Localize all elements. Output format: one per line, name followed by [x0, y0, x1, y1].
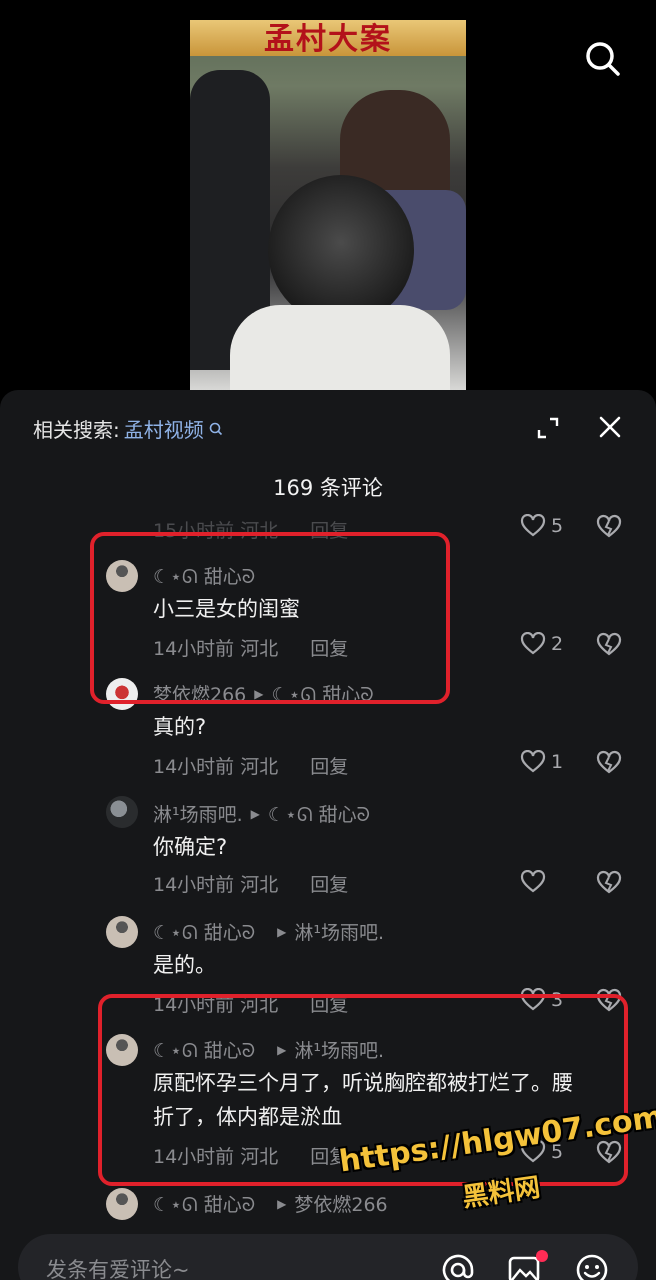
- author-name: ☾⋆ᘏ 甜心ᘐ: [153, 1194, 256, 1216]
- broken-heart-icon[interactable]: [596, 1140, 622, 1166]
- heart-icon: [520, 514, 546, 537]
- heart-icon: [520, 750, 546, 773]
- reply-button[interactable]: 回复: [310, 520, 348, 542]
- reply-arrow-icon: ▶: [250, 806, 260, 821]
- notification-dot: [536, 1250, 548, 1262]
- video-figure: [230, 305, 450, 390]
- comment-time: 15小时前 河北: [153, 520, 279, 542]
- related-search[interactable]: 相关搜索: 孟村视频: [33, 414, 224, 443]
- avatar[interactable]: [106, 1188, 138, 1220]
- broken-heart-icon[interactable]: [596, 632, 622, 658]
- close-icon[interactable]: [597, 414, 623, 440]
- like-count: 5: [551, 515, 564, 537]
- avatar[interactable]: [106, 796, 138, 828]
- reply-target: 梦依燃266: [294, 1194, 388, 1216]
- video-frame[interactable]: 孟村大案: [190, 20, 466, 390]
- mention-icon[interactable]: [440, 1252, 476, 1280]
- reply-button[interactable]: 回复: [310, 638, 348, 660]
- comment-time: 14小时前 河北: [153, 874, 279, 896]
- reply-arrow-icon: ▶: [254, 686, 264, 701]
- comment-meta: 14小时前 河北 回复: [153, 634, 348, 661]
- avatar[interactable]: [106, 1034, 138, 1066]
- related-keyword[interactable]: 孟村视频: [124, 414, 204, 443]
- comment-input[interactable]: 发条有爱评论~: [18, 1234, 638, 1280]
- search-icon[interactable]: [582, 38, 622, 78]
- comment-text: 小三是女的闺蜜: [153, 597, 300, 621]
- like-button[interactable]: 2: [520, 632, 563, 656]
- heart-icon: [520, 632, 546, 655]
- author-name: ☾⋆ᘏ 甜心ᘐ: [153, 922, 256, 944]
- reply-arrow-icon: ▶: [277, 1196, 287, 1211]
- broken-heart-icon[interactable]: [596, 750, 622, 776]
- author-name: 淋¹场雨吧.: [153, 804, 243, 826]
- reply-arrow-icon: ▶: [277, 1042, 287, 1057]
- reply-button[interactable]: 回复: [310, 874, 348, 896]
- comment-meta: 14小时前 河北 回复: [153, 1142, 348, 1169]
- like-count: 1: [551, 751, 564, 773]
- comment-text: 你确定?: [153, 835, 228, 859]
- reply-target: 淋¹场雨吧.: [294, 922, 385, 944]
- reply-button[interactable]: 回复: [310, 756, 348, 778]
- comment-time: 14小时前 河北: [153, 756, 279, 778]
- reply-arrow-icon: ▶: [277, 924, 287, 939]
- author-name: 梦依燃266: [153, 684, 247, 706]
- comment-author[interactable]: 梦依燃266 ▶ ☾⋆ᘏ 甜心ᘐ: [153, 680, 374, 707]
- heart-icon: [520, 988, 546, 1011]
- broken-heart-icon[interactable]: [596, 514, 622, 540]
- like-button[interactable]: 5: [520, 514, 563, 538]
- heart-icon: [520, 870, 546, 893]
- comment-count: 169 条评论: [273, 476, 383, 500]
- reply-target: ☾⋆ᘏ 甜心ᘐ: [271, 684, 374, 706]
- avatar[interactable]: [106, 560, 138, 592]
- like-count: 2: [551, 633, 564, 655]
- author-name: ☾⋆ᘏ 甜心ᘐ: [153, 1040, 256, 1062]
- comment-meta: 14小时前 河北 回复: [153, 990, 348, 1017]
- broken-heart-icon[interactable]: [596, 870, 622, 896]
- expand-icon[interactable]: [536, 416, 560, 440]
- comment-meta: 14小时前 河北 回复: [153, 752, 348, 779]
- comment-author[interactable]: ☾⋆ᘏ 甜心ᘐ ▶ 淋¹场雨吧.: [153, 1036, 384, 1063]
- video-area: 孟村大案: [0, 0, 656, 390]
- comment-text: 真的?: [153, 715, 207, 739]
- comment-input-bar: 发条有爱评论~: [0, 1220, 656, 1280]
- like-count: 3: [551, 989, 564, 1011]
- avatar[interactable]: [106, 678, 138, 710]
- reply-target: 淋¹场雨吧.: [294, 1040, 385, 1062]
- comment-text: 是的。: [153, 953, 216, 977]
- comment-time: 14小时前 河北: [153, 638, 279, 660]
- author-name: ☾⋆ᘏ 甜心ᘐ: [153, 566, 256, 588]
- reply-button[interactable]: 回复: [310, 994, 348, 1016]
- avatar[interactable]: [106, 916, 138, 948]
- like-button[interactable]: [520, 870, 546, 894]
- comment-time: 14小时前 河北: [153, 1146, 279, 1168]
- reply-target: ☾⋆ᘏ 甜心ᘐ: [267, 804, 371, 826]
- sheet-header: 相关搜索: 孟村视频: [0, 390, 656, 460]
- comment-author[interactable]: ☾⋆ᘏ 甜心ᘐ: [153, 562, 255, 589]
- comment-meta: 15小时前 河北 回复: [153, 516, 348, 543]
- comment-list: 15小时前 河北 回复 5 ☾⋆ᘏ 甜心ᘐ 小三是女的闺蜜 14小时前 河北 回…: [0, 514, 656, 1220]
- video-banner: 孟村大案: [190, 20, 466, 57]
- comment-author[interactable]: ☾⋆ᘏ 甜心ᘐ ▶ 梦依燃266: [153, 1190, 388, 1217]
- broken-heart-icon[interactable]: [596, 988, 622, 1014]
- like-button[interactable]: 3: [520, 988, 563, 1012]
- comment-meta: 14小时前 河北 回复: [153, 870, 348, 897]
- emoji-icon[interactable]: [574, 1252, 610, 1280]
- like-button[interactable]: 1: [520, 750, 563, 774]
- related-label: 相关搜索:: [33, 418, 120, 442]
- comment-time: 14小时前 河北: [153, 994, 279, 1016]
- comment-author[interactable]: ☾⋆ᘏ 甜心ᘐ ▶ 淋¹场雨吧.: [153, 918, 384, 945]
- input-placeholder: 发条有爱评论~: [46, 1258, 190, 1280]
- comment-author[interactable]: 淋¹场雨吧. ▶ ☾⋆ᘏ 甜心ᘐ: [153, 800, 370, 827]
- video-figure: [268, 175, 414, 325]
- search-icon: [209, 422, 222, 435]
